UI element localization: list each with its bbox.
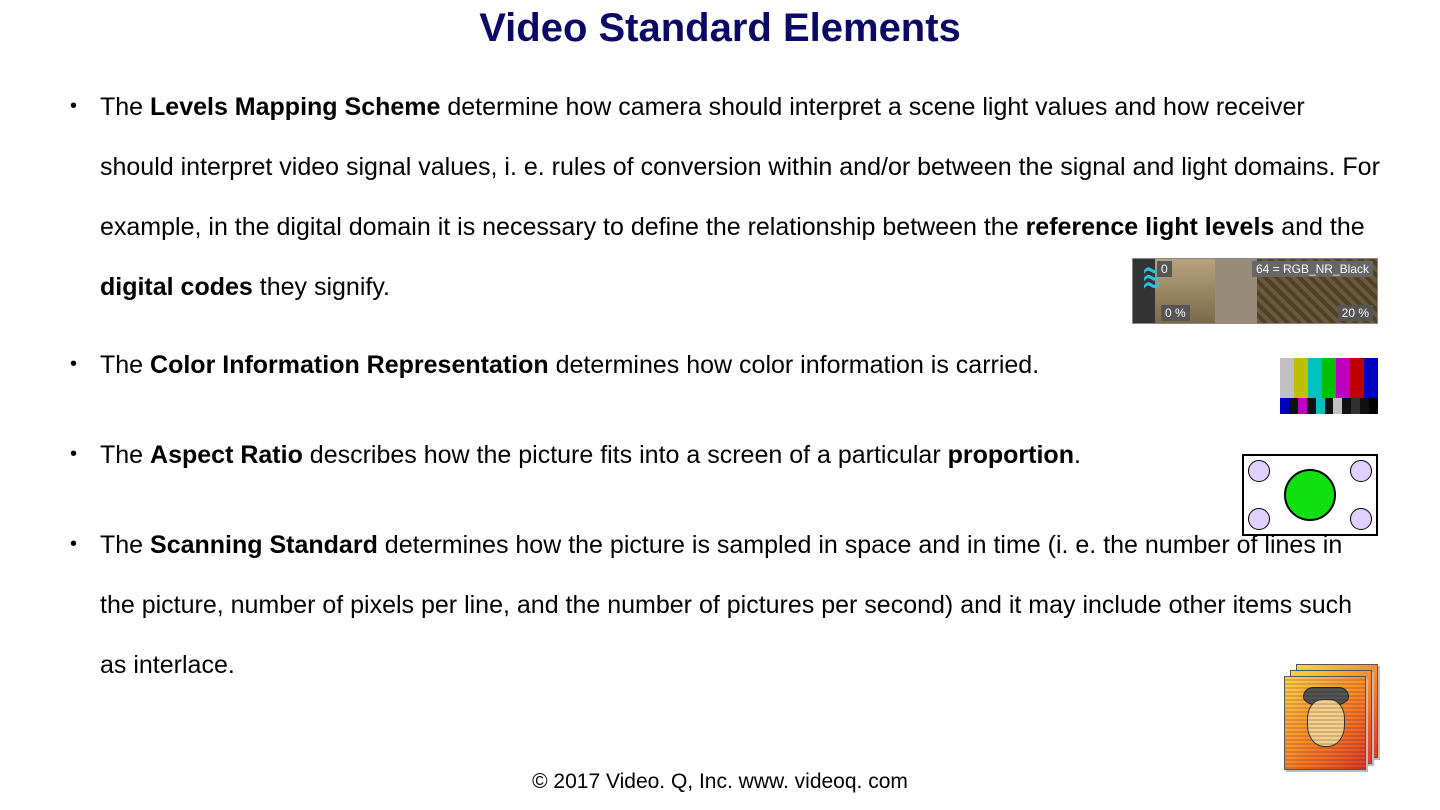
text: describes how the picture fits into a sc…	[303, 441, 948, 469]
color-bar-segment	[1298, 398, 1307, 414]
color-bar-segment	[1280, 398, 1289, 414]
color-bar-segment	[1350, 358, 1364, 398]
label-zero: 0	[1157, 261, 1172, 277]
bold-term: Scanning Standard	[150, 531, 378, 559]
slide-title: Video Standard Elements	[60, 6, 1380, 51]
bold-term: Levels Mapping Scheme	[150, 93, 440, 121]
color-bar-segment	[1333, 398, 1342, 414]
text: The	[100, 93, 150, 121]
label-20pct: 20 %	[1338, 305, 1373, 321]
color-bar-segment	[1336, 358, 1350, 398]
corner-circle-icon	[1248, 508, 1270, 530]
color-bar-segment	[1289, 398, 1298, 414]
levels-mapping-figure: ≋ 0 0 % 64 = RGB_NR_Black 20 %	[1132, 258, 1378, 324]
color-bar-segment	[1294, 358, 1308, 398]
text: .	[1074, 441, 1081, 469]
color-bars-top	[1280, 358, 1378, 398]
slide: Video Standard Elements The Levels Mappi…	[0, 0, 1440, 810]
text: The	[100, 441, 150, 469]
color-bar-segment	[1369, 398, 1378, 414]
corner-circle-icon	[1350, 460, 1372, 482]
text: determines how color information is carr…	[549, 351, 1039, 379]
bold-term: proportion	[948, 441, 1074, 469]
aspect-ratio-figure	[1242, 454, 1378, 536]
footer-copyright: © 2017 Video. Q, Inc. www. videoq. com	[0, 770, 1440, 794]
scanning-standard-figure	[1284, 664, 1378, 768]
center-circle-icon	[1284, 469, 1336, 521]
label-0pct: 0 %	[1161, 305, 1190, 321]
stacked-frame	[1284, 676, 1366, 770]
color-bars-figure	[1280, 358, 1378, 414]
color-bar-segment	[1316, 398, 1325, 414]
bullet-scanning-standard: The Scanning Standard determines how the…	[60, 515, 1380, 695]
color-bar-segment	[1360, 398, 1369, 414]
bold-term: digital codes	[100, 273, 253, 301]
bullet-color-representation: The Color Information Representation det…	[60, 335, 1380, 395]
color-bar-segment	[1364, 358, 1378, 398]
bullet-list: The Levels Mapping Scheme determine how …	[60, 77, 1380, 695]
text: The	[100, 351, 150, 379]
bold-term: Color Information Representation	[150, 351, 549, 379]
color-bar-segment	[1342, 398, 1351, 414]
color-bar-segment	[1307, 398, 1316, 414]
color-bar-segment	[1351, 398, 1360, 414]
label-64-black: 64 = RGB_NR_Black	[1252, 261, 1373, 277]
hat-icon	[1303, 687, 1349, 707]
face-icon	[1307, 699, 1345, 747]
corner-circle-icon	[1248, 460, 1270, 482]
bullet-aspect-ratio: The Aspect Ratio describes how the pictu…	[60, 425, 1380, 485]
corner-circle-icon	[1350, 508, 1372, 530]
waveform-icon: ≋	[1142, 265, 1159, 291]
text: The	[100, 531, 150, 559]
color-bar-segment	[1322, 358, 1336, 398]
bold-term: reference light levels	[1026, 213, 1275, 241]
color-bar-segment	[1280, 358, 1294, 398]
color-bars-bottom	[1280, 398, 1378, 414]
color-bar-segment	[1308, 358, 1322, 398]
color-bar-segment	[1325, 398, 1334, 414]
text: and the	[1274, 213, 1364, 241]
bold-term: Aspect Ratio	[150, 441, 303, 469]
text: they signify.	[253, 273, 390, 301]
